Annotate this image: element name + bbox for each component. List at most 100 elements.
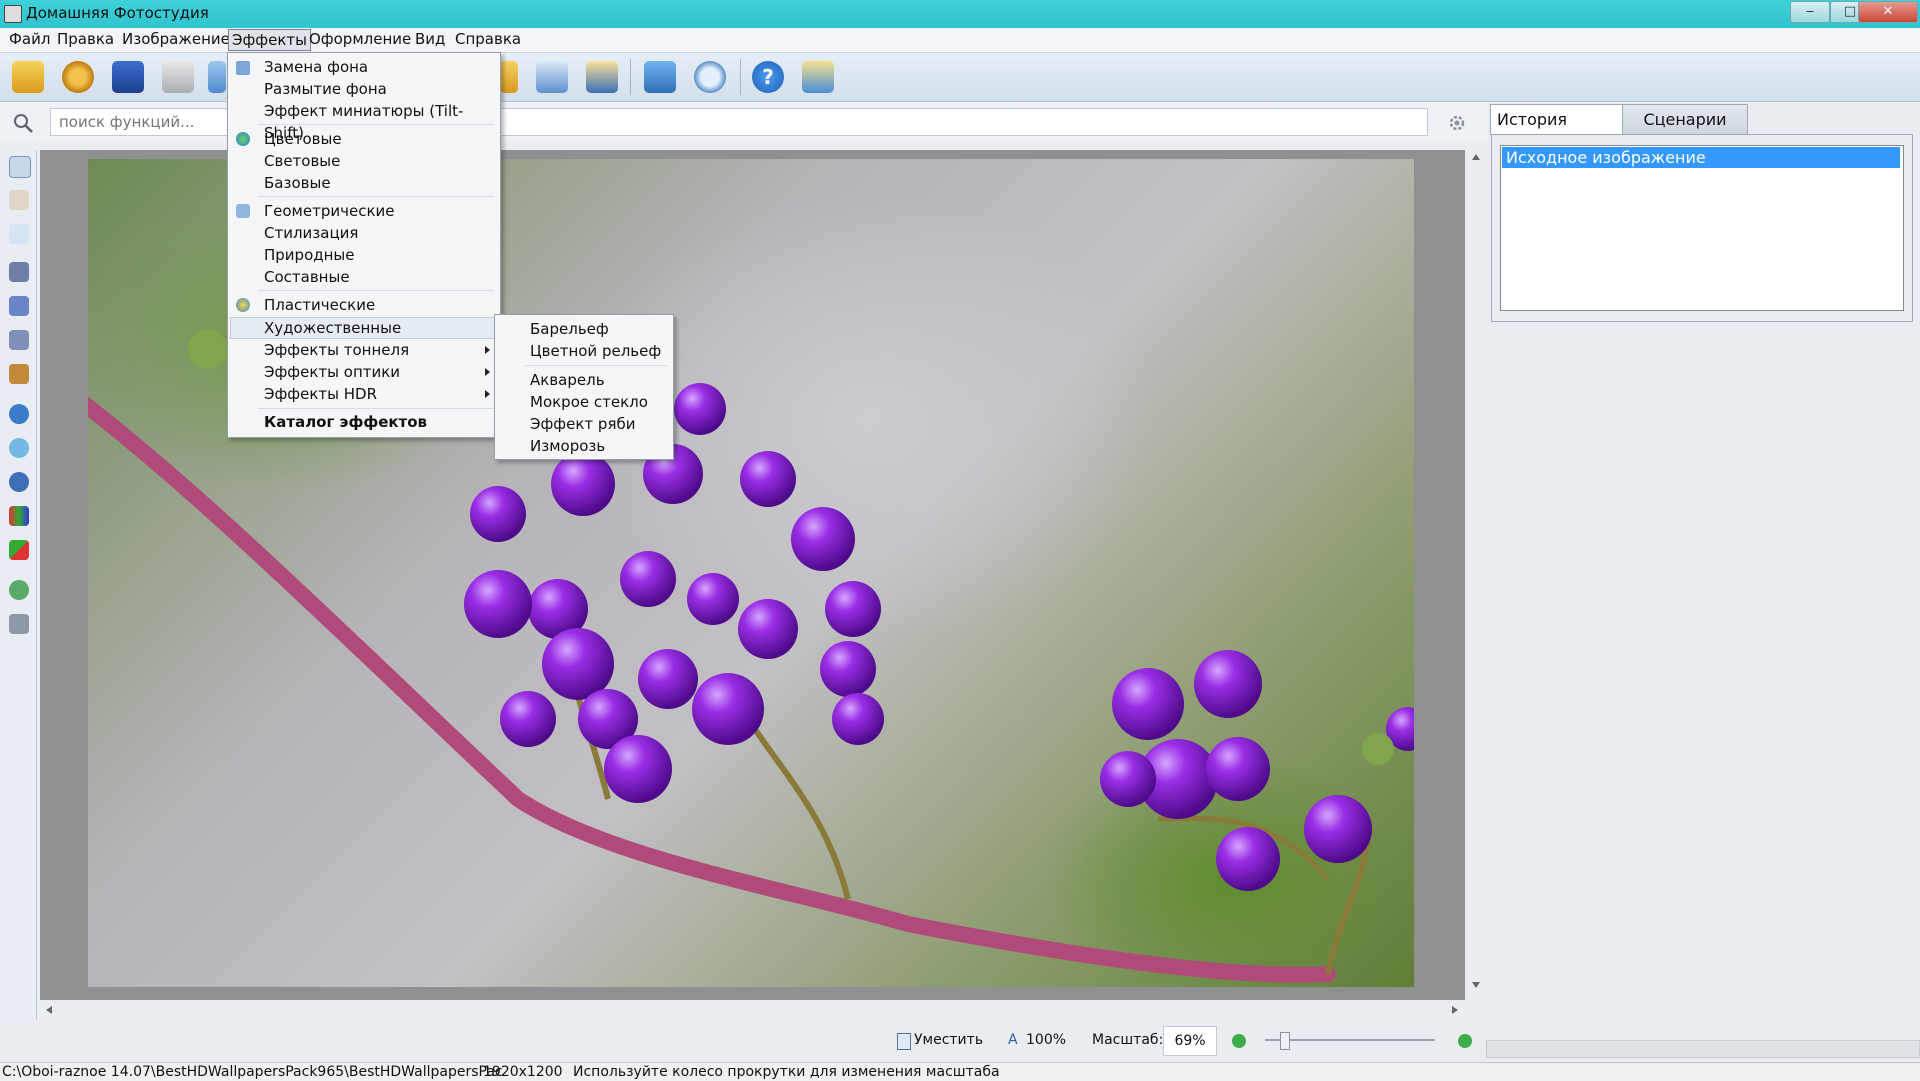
stamp-icon[interactable] — [9, 364, 29, 384]
geometric-icon — [236, 204, 250, 218]
scroll-down-icon[interactable] — [1472, 982, 1480, 988]
menu-item-bg-blur[interactable]: Размытие фона — [264, 78, 387, 100]
effects-dropdown: Замена фона Размытие фона Эффект миниатю… — [227, 52, 501, 438]
picture-icon[interactable] — [586, 61, 618, 93]
package-icon[interactable] — [802, 61, 834, 93]
actual-size-button[interactable]: 100% — [1026, 1032, 1066, 1048]
menu-item-natural[interactable]: Природные — [264, 244, 355, 266]
menu-item-bg-replace[interactable]: Замена фона — [264, 56, 368, 78]
menu-item-plastic[interactable]: Пластические — [264, 294, 375, 316]
save-disk-icon[interactable] — [112, 61, 144, 93]
search-row — [0, 102, 1488, 142]
menu-item-light[interactable]: Световые — [264, 150, 340, 172]
color-levels-icon[interactable] — [9, 506, 29, 526]
calendar-icon[interactable] — [536, 61, 568, 93]
menu-help[interactable]: Справка — [452, 28, 524, 51]
fit-icon[interactable] — [897, 1033, 911, 1050]
menu-design[interactable]: Оформление — [306, 28, 414, 51]
fit-screen-icon[interactable] — [644, 61, 676, 93]
history-list[interactable] — [1500, 145, 1904, 311]
status-dimensions: 1920x1200 — [483, 1064, 563, 1080]
minimize-button[interactable]: ‒ — [1790, 1, 1830, 23]
background-replace-icon — [236, 61, 250, 75]
film-reel-icon[interactable] — [62, 61, 94, 93]
menu-item-bas-relief[interactable]: Барельеф — [530, 318, 609, 340]
tools-panel — [2, 150, 37, 1020]
window-title: Домашняя Фотостудия — [26, 4, 209, 22]
tab-scenarios[interactable]: Сценарии — [1622, 104, 1748, 136]
select-arrow-icon[interactable] — [9, 156, 31, 178]
horizontal-scrollbar[interactable] — [44, 1004, 1464, 1016]
settings-gear-icon[interactable] — [1448, 114, 1466, 132]
scroll-right-icon[interactable] — [1452, 1006, 1458, 1014]
lens-icon[interactable] — [9, 438, 29, 458]
menu-item-optics[interactable]: Эффекты оптики — [264, 361, 400, 383]
eye-icon[interactable] — [9, 404, 29, 424]
menu-separator — [258, 124, 494, 125]
menu-item-frost[interactable]: Изморозь — [530, 435, 605, 457]
hand-pan-icon[interactable] — [9, 190, 29, 210]
actual-size-icon[interactable]: A — [1008, 1032, 1018, 1048]
menu-image[interactable]: Изображение — [119, 28, 233, 51]
zoom-tool-icon[interactable] — [9, 224, 29, 244]
plastic-icon — [236, 298, 250, 312]
history-item-original[interactable]: Исходное изображение — [1502, 147, 1900, 168]
menu-separator — [258, 290, 494, 291]
menu-separator — [258, 408, 494, 409]
scroll-left-icon[interactable] — [46, 1006, 52, 1014]
crop-icon[interactable] — [9, 614, 29, 634]
sharpen-icon[interactable] — [9, 330, 29, 350]
menu-item-geometric[interactable]: Геометрические — [264, 200, 394, 222]
rotate-icon[interactable] — [9, 580, 29, 600]
redeye-icon[interactable] — [9, 472, 29, 492]
menu-item-composite[interactable]: Составные — [264, 266, 350, 288]
export-icon[interactable] — [208, 61, 226, 93]
menu-item-watercolor[interactable]: Акварель — [530, 369, 605, 391]
submenu-arrow-icon — [485, 390, 490, 398]
menu-separator — [258, 196, 494, 197]
tab-history[interactable]: История действ — [1490, 104, 1634, 159]
frame-icon[interactable] — [500, 61, 518, 93]
close-button[interactable]: ✕ — [1858, 1, 1918, 23]
menu-view[interactable]: Вид — [412, 28, 448, 51]
menu-item-stylization[interactable]: Стилизация — [264, 222, 358, 244]
status-file-path: C:\Oboi-raznoe 14.07\BestHDWallpapersPac… — [2, 1064, 503, 1080]
fit-button[interactable]: Уместить — [914, 1032, 983, 1048]
zoom-in-icon[interactable] — [1458, 1034, 1472, 1048]
artistic-submenu: Барельеф Цветной рельеф Акварель Мокрое … — [494, 314, 674, 460]
app-camera-icon — [4, 5, 22, 23]
scroll-up-icon[interactable] — [1472, 154, 1480, 160]
color-replace-icon[interactable] — [9, 540, 29, 560]
menu-item-hdr[interactable]: Эффекты HDR — [264, 383, 377, 405]
brush-icon[interactable] — [9, 262, 29, 282]
scale-value-input[interactable]: 69% — [1163, 1026, 1217, 1056]
zoom-bar: Уместить A 100% Масштаб: 69% — [0, 1022, 1920, 1062]
menu-item-tilt-shift[interactable]: Эффект миниатюры (Tilt-Shift) — [264, 100, 500, 142]
status-hint: Используйте колесо прокрутки для изменен… — [573, 1064, 1000, 1080]
zoom-1-1-icon[interactable] — [694, 61, 726, 93]
vertical-scrollbar[interactable] — [1470, 152, 1482, 992]
menu-item-effects-catalog[interactable]: Каталог эффектов — [264, 411, 427, 433]
menu-item-color[interactable]: Цветовые — [264, 128, 342, 150]
status-bar: C:\Oboi-raznoe 14.07\BestHDWallpapersPac… — [0, 1062, 1920, 1081]
menu-file[interactable]: Файл — [6, 28, 53, 51]
menu-item-wet-glass[interactable]: Мокрое стекло — [530, 391, 648, 413]
open-folder-icon[interactable] — [12, 61, 44, 93]
zoom-slider-thumb[interactable] — [1280, 1032, 1290, 1050]
drop-icon[interactable] — [9, 296, 29, 316]
color-effects-icon — [236, 132, 250, 146]
menu-item-artistic[interactable]: Художественные — [264, 317, 401, 339]
menu-item-color-relief[interactable]: Цветной рельеф — [530, 340, 661, 362]
menu-effects[interactable]: Эффекты — [228, 29, 311, 51]
menu-separator — [525, 365, 667, 366]
menu-edit[interactable]: Правка — [54, 28, 117, 51]
menu-bar: Файл Правка Изображение Эффекты Оформлен… — [0, 28, 1920, 53]
zoom-out-icon[interactable] — [1232, 1034, 1246, 1048]
help-icon[interactable]: ? — [752, 61, 784, 93]
menu-item-basic[interactable]: Базовые — [264, 172, 331, 194]
submenu-arrow-icon — [485, 346, 490, 354]
menu-item-tunnel[interactable]: Эффекты тоннеля — [264, 339, 409, 361]
zoom-slider-track[interactable] — [1265, 1039, 1435, 1041]
menu-item-ripple[interactable]: Эффект ряби — [530, 413, 635, 435]
print-icon[interactable] — [162, 61, 194, 93]
